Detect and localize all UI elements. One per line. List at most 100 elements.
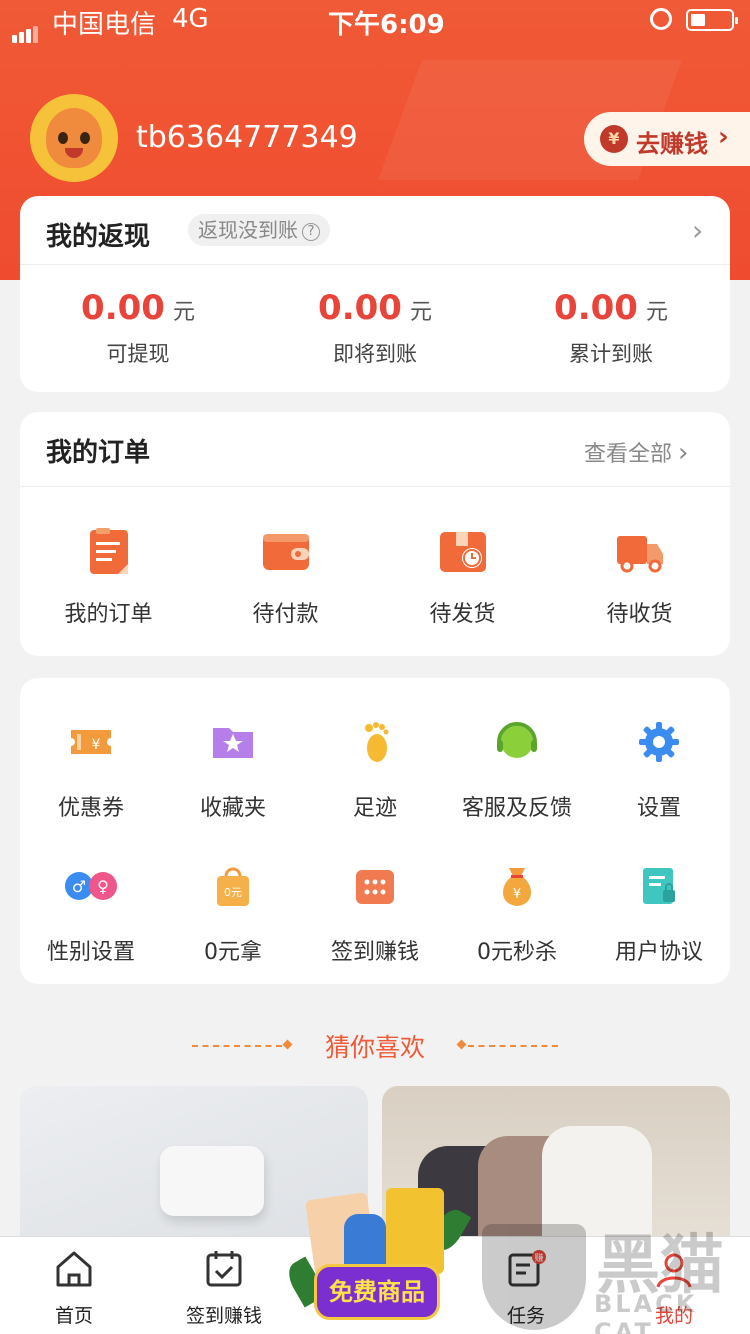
checkin-calendar-icon (356, 870, 394, 904)
signal-icon (12, 13, 40, 43)
username: tb6364777349 (136, 120, 358, 155)
recommend-title: 猜你喜欢 (324, 1033, 425, 1062)
order-all-button[interactable]: 我的订单 (20, 526, 197, 628)
network-type: 4G (172, 4, 209, 34)
money-bag-icon: ¥ (503, 868, 531, 906)
coupon-icon: ¥ (71, 730, 111, 754)
diamond-ornament (282, 1039, 293, 1050)
dashed-divider (468, 1045, 558, 1047)
yen-coin-icon: ¥ (600, 125, 628, 153)
stat-pending[interactable]: 0.00 元 即将到账 (257, 288, 493, 368)
zero-yuan-glyph: 0元 (224, 886, 242, 899)
yen-glyph: ¥ (92, 737, 101, 753)
tab-tasks[interactable]: 赚 任务 (466, 1249, 586, 1328)
tool-label: 客服及反馈 (461, 796, 572, 821)
gender-icon: ♂ ♀ (65, 872, 117, 900)
divider (20, 486, 730, 487)
tool-gender[interactable]: ♂ ♀ 性别设置 (20, 864, 162, 966)
orders-card: 我的订单 查看全部 › 我的订单 待付款 待发货 待收货 (20, 412, 730, 656)
task-icon: 赚 (508, 1250, 546, 1287)
view-all-label: 查看全部 (584, 442, 673, 467)
headset-icon (497, 722, 537, 758)
divider (20, 264, 730, 265)
cashback-title: 我的返现 (46, 222, 151, 252)
male-glyph: ♂ (72, 877, 86, 896)
tool-flash-sale[interactable]: ¥ 0元秒杀 (446, 864, 588, 966)
status-bar: 中国电信 4G 下午6:09 (0, 0, 750, 43)
tool-favorites[interactable]: 收藏夹 (162, 720, 304, 822)
stat-total[interactable]: 0.00 元 累计到账 (493, 288, 729, 368)
tab-label: 我的 (654, 1305, 693, 1327)
cashback-help-pill[interactable]: 返现没到账? (188, 214, 330, 246)
tab-label: 签到赚钱 (185, 1305, 262, 1327)
avatar[interactable] (30, 94, 118, 182)
yen-glyph: ¥ (513, 887, 521, 902)
favorites-folder-icon (213, 728, 253, 758)
female-glyph: ♀ (97, 877, 109, 896)
profile-icon (656, 1253, 692, 1288)
tool-label: 收藏夹 (199, 796, 266, 821)
truck-icon (616, 536, 663, 573)
stat-label: 可提现 (106, 342, 170, 366)
tool-customer-service[interactable]: 客服及反馈 (446, 720, 588, 822)
tool-footprint[interactable]: 足迹 (304, 720, 446, 822)
order-pending-payment-button[interactable]: 待付款 (197, 526, 374, 628)
tool-label: 0元拿 (204, 940, 262, 965)
mascot-face (46, 108, 102, 168)
task-badge-glyph: 赚 (534, 1252, 543, 1264)
footprint-icon (365, 722, 389, 762)
tool-zero-yuan[interactable]: 0元 0元拿 (162, 864, 304, 966)
tool-label: 签到赚钱 (330, 940, 419, 965)
recommend-header: 猜你喜欢 (0, 1028, 750, 1064)
tool-label: 足迹 (352, 796, 397, 821)
carrier-name: 中国电信 (52, 10, 157, 40)
chevron-right-icon: › (718, 122, 729, 152)
stat-value: 0.00 (81, 288, 165, 328)
tab-home[interactable]: 首页 (14, 1249, 134, 1328)
cashback-card: 我的返现 返现没到账? › 0.00 元 可提现 0.00 元 即将到账 0.00 元… (20, 196, 730, 392)
chevron-right-icon: › (678, 438, 689, 468)
clock: 下午6:09 (328, 10, 445, 40)
cashback-help-label: 返现没到账 (198, 218, 298, 242)
clipboard-icon (89, 528, 128, 574)
order-item-label: 待发货 (429, 602, 496, 627)
tab-label: 首页 (54, 1305, 93, 1327)
order-item-label: 待付款 (252, 602, 319, 627)
calendar-check-icon (206, 1251, 242, 1287)
chevron-right-icon[interactable]: › (692, 214, 703, 247)
order-pending-receipt-button[interactable]: 待收货 (551, 526, 728, 628)
order-pending-shipment-button[interactable]: 待发货 (374, 526, 551, 628)
stat-unit: 元 (409, 300, 432, 325)
package-clock-icon (439, 532, 486, 572)
orders-title: 我的订单 (46, 438, 151, 468)
order-item-label: 我的订单 (64, 602, 153, 627)
stat-label: 累计到账 (569, 342, 653, 366)
stat-withdrawable[interactable]: 0.00 元 可提现 (20, 288, 256, 368)
product-image (160, 1146, 264, 1216)
tab-label: 任务 (506, 1305, 545, 1327)
stat-unit: 元 (172, 300, 195, 325)
tab-checkin[interactable]: 签到赚钱 (164, 1249, 284, 1328)
tab-profile[interactable]: 我的 (614, 1249, 734, 1328)
tools-card: ¥ 优惠券 收藏夹 足迹 客服及反馈 设置 ♂ ♀ 性别设置 0元 0元拿 签到赚… (20, 678, 730, 984)
free-goods-image (305, 1184, 444, 1280)
tool-user-agreement[interactable]: 用户协议 (588, 864, 730, 966)
home-icon (56, 1251, 92, 1287)
tool-checkin[interactable]: 签到赚钱 (304, 864, 446, 966)
gear-icon (639, 722, 679, 762)
tool-label: 用户协议 (614, 940, 703, 965)
free-goods-button[interactable]: 免费商品 (282, 1184, 472, 1330)
earn-money-label: 去赚钱 (636, 130, 708, 158)
dashed-divider (192, 1045, 282, 1047)
tool-label: 优惠券 (57, 796, 124, 821)
view-all-orders-link[interactable]: 查看全部 › (584, 436, 688, 468)
order-item-label: 待收货 (606, 602, 673, 627)
tool-label: 设置 (636, 796, 681, 821)
tool-coupon[interactable]: ¥ 优惠券 (20, 720, 162, 822)
diamond-ornament (456, 1039, 467, 1050)
earn-money-button[interactable]: ¥ 去赚钱 › (584, 112, 750, 166)
tool-settings[interactable]: 设置 (588, 720, 730, 822)
rotation-lock-icon (650, 8, 672, 30)
stat-value: 0.00 (318, 288, 402, 328)
battery-icon (686, 9, 738, 31)
